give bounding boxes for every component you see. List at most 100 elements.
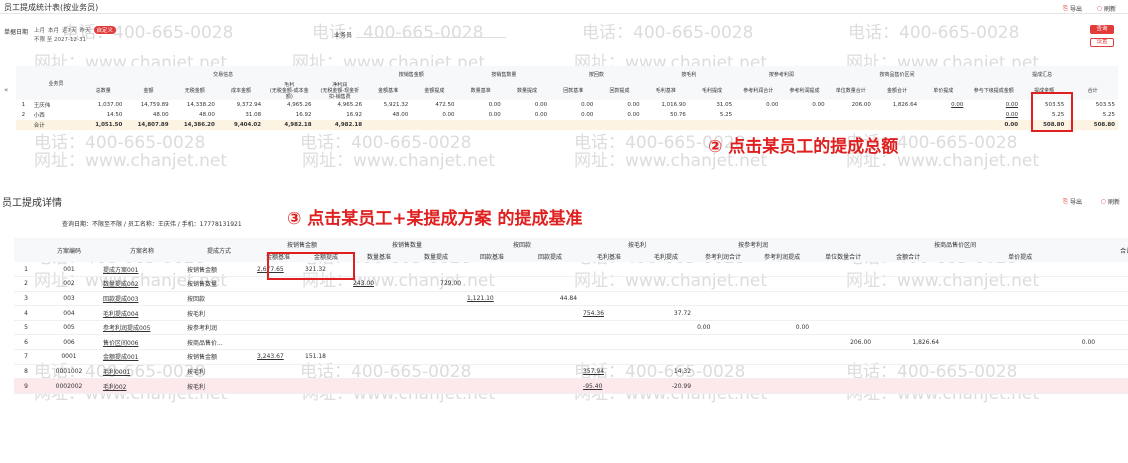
- summary-row[interactable]: 2 小西 14.50 48.00 48.00 31.08 16.92 16.92 48.00 0.…: [16, 110, 1118, 120]
- commission-amount-link[interactable]: 0.00: [966, 100, 1021, 110]
- total-cell: 508.80: [1043, 122, 1065, 128]
- detail-cell: [254, 334, 302, 351]
- row-total: 729.00: [1098, 276, 1128, 292]
- summary-cell: 0.00: [812, 102, 825, 108]
- quick-date-yesterday[interactable]: 昨天: [80, 26, 91, 34]
- summary-col-header: 参与下级提成金额: [966, 82, 1022, 100]
- scheme-name-link[interactable]: 毛利002: [100, 378, 184, 394]
- sub-commission-link[interactable]: 0.00: [920, 100, 966, 110]
- row-index: 2: [14, 276, 38, 292]
- total-cell: 14,386.20: [183, 122, 215, 128]
- detail-row[interactable]: 3003回款提成003按回款1,121.1044.8444.84: [14, 291, 1128, 307]
- detail-cell: [874, 364, 943, 380]
- summary-cell: [735, 110, 781, 120]
- detail-cell: [408, 262, 465, 278]
- row-total: 0.00: [1098, 320, 1128, 336]
- base-amount-link[interactable]: 754.36: [580, 305, 639, 321]
- scheme-name-link[interactable]: 毛利提成004: [100, 305, 184, 321]
- detail-row[interactable]: 1001提成方案001按销售金额2,677.65321.32321.32: [14, 262, 1128, 278]
- detail-row[interactable]: 70001金额提成001按销售金额3,243.67151.18151.18: [14, 349, 1128, 365]
- detail-row[interactable]: 5005参考利润提成005按参考利润0.000.000.00: [14, 320, 1128, 336]
- detail-cell: [302, 291, 351, 307]
- scheme-name-link[interactable]: 数量提成002: [100, 276, 184, 292]
- quick-date-group: 上月 本月 近7天 昨天 自定义: [34, 26, 117, 34]
- scheme-name-link[interactable]: 回款提成003: [100, 291, 184, 307]
- base-amount-link[interactable]: 2,677.65: [254, 262, 302, 278]
- quick-date-last-month[interactable]: 上月: [34, 26, 45, 34]
- refresh-button[interactable]: ○ 刷新: [1097, 4, 1116, 13]
- query-button[interactable]: 查询: [1090, 25, 1114, 34]
- watermark-site: 网址：www.chanjet.net: [302, 151, 496, 171]
- scheme-name-link[interactable]: 售价区间006: [100, 334, 184, 351]
- quick-date-custom[interactable]: 自定义: [93, 26, 117, 34]
- summary-cell: 48.00: [152, 112, 169, 118]
- scheme-name-link[interactable]: 毛利0001: [100, 364, 184, 380]
- summary-cell: 0.00: [534, 102, 548, 108]
- row-total: 151.18: [1098, 349, 1128, 365]
- report-title: 员工提成统计表(按业务员): [4, 3, 99, 12]
- summary-cell: 48.00: [392, 112, 409, 118]
- summary-cell: 5.25: [1052, 112, 1065, 118]
- summary-cell: 4,965.26: [337, 102, 363, 108]
- detail-cell: 206.00: [812, 334, 875, 351]
- summary-cell: 0.00: [534, 112, 548, 118]
- watermark-phone: 电话：400-665-0028: [300, 133, 472, 153]
- export-button[interactable]: ⎘ 导出: [1063, 4, 1082, 14]
- salesman-select[interactable]: [356, 28, 506, 38]
- detail-refresh-button[interactable]: ○ 刷新: [1101, 197, 1120, 206]
- detail-cell: [350, 320, 409, 336]
- summary-col-header: 毛利 (无税金额-成本金额): [264, 82, 315, 100]
- commission-amount-link[interactable]: 0.00: [966, 110, 1021, 120]
- detail-title: 员工提成详情: [2, 198, 62, 209]
- detail-cell: [464, 378, 521, 394]
- detail-cell: [302, 364, 351, 380]
- summary-col-header: 金额: [125, 82, 172, 100]
- base-amount-link[interactable]: 357.94: [580, 364, 639, 380]
- collapse-icon[interactable]: «: [4, 86, 8, 94]
- base-amount-link[interactable]: 243.00: [350, 276, 409, 292]
- detail-cell: [812, 364, 875, 380]
- detail-cell: [254, 378, 302, 394]
- detail-cell: [812, 276, 875, 292]
- detail-export-button[interactable]: ⎘ 导出: [1063, 197, 1082, 207]
- detail-row[interactable]: 4004毛利提成004按毛利754.3637.7237.72: [14, 305, 1128, 321]
- summary-cell: 1,826.64: [892, 102, 918, 108]
- detail-cell: [464, 364, 521, 380]
- detail-col-header: 回款基准: [464, 250, 521, 262]
- summary-col-header: 总数量: [81, 82, 126, 100]
- summary-cell: 4,965.26: [287, 102, 312, 108]
- summary-cell: 0.00: [442, 112, 455, 118]
- total-cell: [828, 120, 874, 130]
- summary-cell: 31.08: [245, 112, 262, 118]
- quick-date-this-month[interactable]: 本月: [48, 26, 59, 34]
- detail-cell: [812, 305, 875, 321]
- date-range-input[interactable]: 不限 至 2027-12-31: [34, 35, 86, 43]
- summary-group-amount: 按销售金额: [365, 66, 458, 82]
- commission-mode: 按回款: [184, 291, 254, 307]
- detail-cell: [580, 334, 639, 351]
- base-amount-link[interactable]: 1,121.10: [464, 291, 521, 307]
- scheme-name-link[interactable]: 参考利润提成005: [100, 320, 184, 336]
- scheme-name-link[interactable]: 提成方案001: [100, 262, 184, 278]
- detail-cell: [408, 305, 465, 321]
- quick-date-7days[interactable]: 近7天: [62, 26, 77, 34]
- row-index: 1: [21, 102, 26, 108]
- detail-cell: [580, 349, 639, 365]
- total-cell: 14,807.89: [137, 122, 169, 128]
- commission-mode: 按销售数量: [184, 276, 254, 292]
- base-amount-link[interactable]: 3,243.67: [254, 349, 302, 365]
- settings-button[interactable]: 设置: [1090, 38, 1114, 47]
- scheme-name-link[interactable]: 金额提成001: [100, 349, 184, 365]
- detail-group-ref-profit: 按参考利润: [694, 238, 813, 250]
- detail-cell: [254, 320, 302, 336]
- detail-row[interactable]: 80001002毛利0001按毛利357.9414.3214.32: [14, 364, 1128, 380]
- detail-row[interactable]: 6006售价区间006按商品售价...206.001,826.640.000.0…: [14, 334, 1128, 351]
- detail-row[interactable]: 2002数量提成002按销售数量243.00729.00729.00: [14, 276, 1128, 292]
- summary-row[interactable]: 1 王庆伟 1,037.00 14,759.89 14,338.20 9,372.94 4,…: [16, 100, 1118, 110]
- detail-cell: [302, 276, 351, 292]
- scheme-code: 005: [38, 320, 100, 336]
- base-amount-link[interactable]: -95.40: [580, 378, 639, 394]
- detail-row[interactable]: 90002002毛利002按毛利-95.40-20.99-20.99: [14, 378, 1128, 394]
- sub-commission-link[interactable]: [920, 110, 966, 120]
- row-index: 7: [14, 349, 38, 365]
